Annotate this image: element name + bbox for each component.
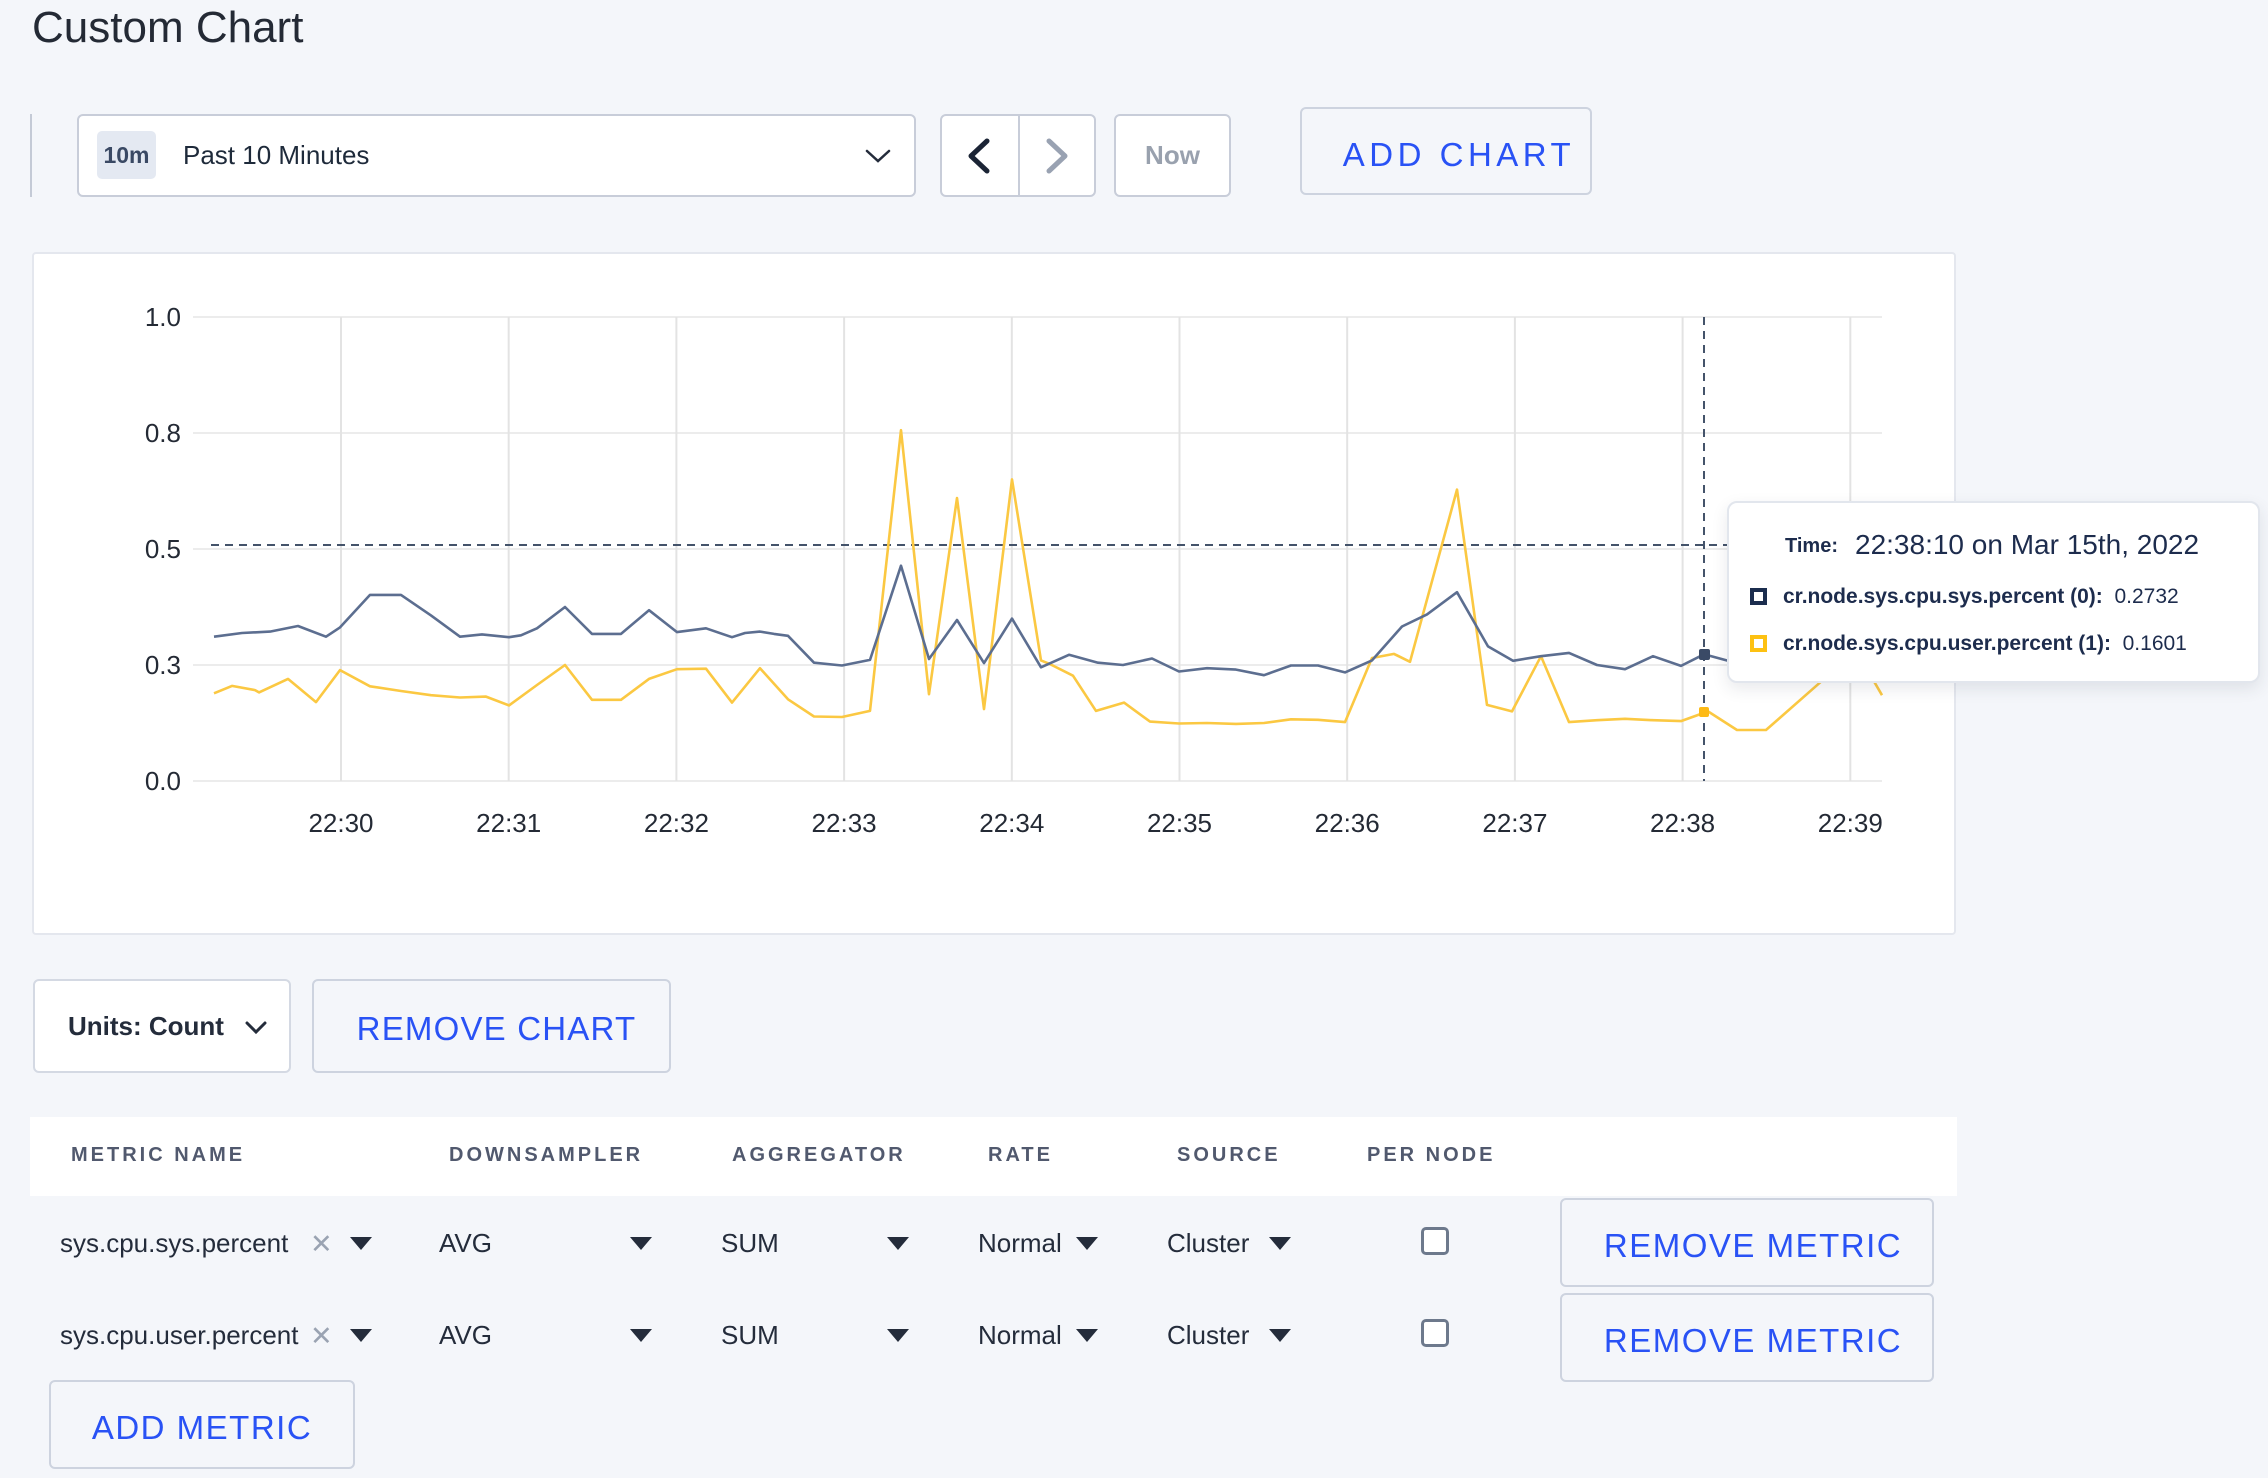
svg-text:0.5: 0.5 [145,534,181,564]
svg-text:22:35: 22:35 [1147,808,1212,838]
svg-text:22:34: 22:34 [979,808,1044,838]
svg-text:1.0: 1.0 [145,302,181,332]
svg-text:22:31: 22:31 [476,808,541,838]
svg-text:22:37: 22:37 [1482,808,1547,838]
svg-text:0.8: 0.8 [145,418,181,448]
svg-text:22:32: 22:32 [644,808,709,838]
svg-text:22:33: 22:33 [812,808,877,838]
svg-text:22:38: 22:38 [1650,808,1715,838]
svg-text:22:36: 22:36 [1315,808,1380,838]
svg-text:22:39: 22:39 [1818,808,1883,838]
svg-text:0.0: 0.0 [145,766,181,796]
svg-text:22:30: 22:30 [308,808,373,838]
svg-text:0.3: 0.3 [145,650,181,680]
